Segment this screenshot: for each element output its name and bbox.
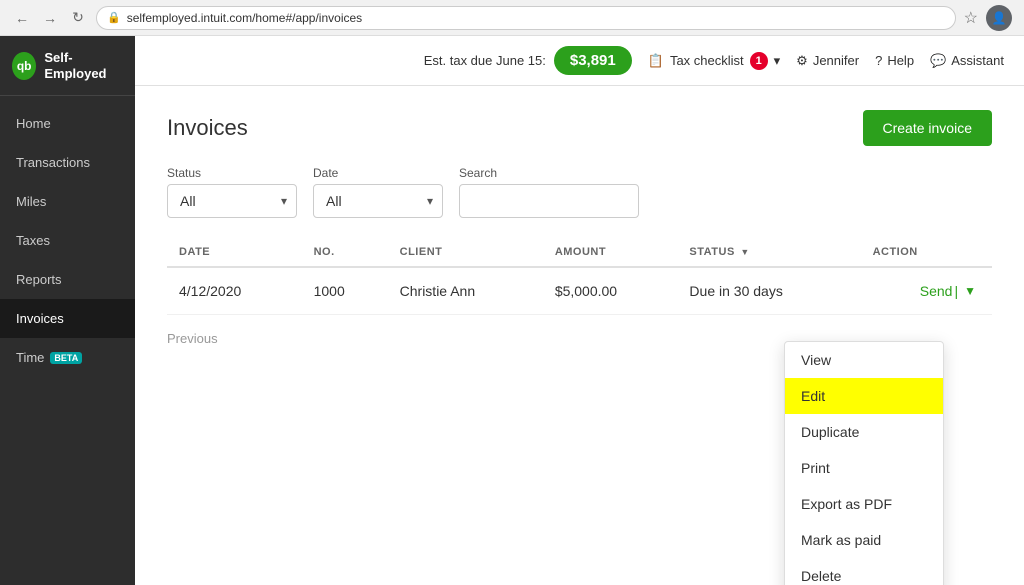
col-date: DATE (167, 238, 302, 267)
sidebar-brand: Self-Employed (44, 50, 123, 81)
sidebar-item-time[interactable]: Time BETA (0, 338, 135, 377)
lock-icon: 🔒 (107, 11, 121, 24)
cell-action: Send | ▼ (861, 267, 992, 315)
sort-icon: ▼ (740, 247, 749, 257)
create-invoice-button[interactable]: Create invoice (863, 110, 993, 146)
topbar: Est. tax due June 15: $3,891 📋 Tax check… (135, 36, 1024, 86)
beta-badge: BETA (50, 352, 82, 364)
sidebar-item-home[interactable]: Home (0, 104, 135, 143)
user-name: Jennifer (813, 53, 859, 68)
search-input[interactable] (459, 184, 639, 218)
send-dropdown-button[interactable]: ▼ (960, 282, 980, 300)
assistant-label: Assistant (951, 53, 1004, 68)
sidebar-nav: Home Transactions Miles Taxes Reports In… (0, 96, 135, 377)
sidebar-item-reports[interactable]: Reports (0, 260, 135, 299)
forward-button[interactable]: → (40, 8, 60, 28)
clipboard-icon: 📋 (648, 53, 664, 69)
tax-checklist-label: Tax checklist (670, 53, 744, 68)
send-button[interactable]: Send (920, 283, 953, 299)
context-menu-duplicate[interactable]: Duplicate (785, 414, 943, 450)
cell-date: 4/12/2020 (167, 267, 302, 315)
status-select-wrapper: All Unpaid Paid Overdue (167, 184, 297, 218)
sidebar-item-invoices[interactable]: Invoices (0, 299, 135, 338)
bookmark-button[interactable]: ☆ (964, 8, 978, 28)
table-header: DATE NO. CLIENT AMOUNT STATUS ▼ ACTION (167, 238, 992, 267)
search-filter-group: Search (459, 166, 639, 218)
col-status: STATUS ▼ (677, 238, 860, 267)
context-menu-edit[interactable]: Edit (785, 378, 943, 414)
sidebar-logo: qb Self-Employed (0, 36, 135, 96)
status-select[interactable]: All Unpaid Paid Overdue (167, 184, 297, 218)
search-filter-label: Search (459, 166, 639, 180)
col-amount: AMOUNT (543, 238, 678, 267)
col-client: CLIENT (388, 238, 543, 267)
gear-icon: ⚙ (796, 53, 808, 69)
url-text: selfemployed.intuit.com/home#/app/invoic… (127, 11, 362, 25)
table-body: 4/12/2020 1000 Christie Ann $5,000.00 Du… (167, 267, 992, 315)
app-container: qb Self-Employed Home Transactions Miles… (0, 36, 1024, 585)
page-title: Invoices (167, 115, 248, 141)
tax-amount-button[interactable]: $3,891 (554, 46, 632, 75)
context-menu: View Edit Duplicate Print Export as PDF … (784, 341, 944, 585)
send-separator: | (954, 283, 958, 299)
cell-client: Christie Ann (388, 267, 543, 315)
back-button[interactable]: ← (12, 8, 32, 28)
context-menu-export-pdf[interactable]: Export as PDF (785, 486, 943, 522)
cell-amount: $5,000.00 (543, 267, 678, 315)
address-bar[interactable]: 🔒 selfemployed.intuit.com/home#/app/invo… (96, 6, 956, 30)
account-button[interactable]: 👤 (986, 5, 1012, 31)
tax-checklist[interactable]: 📋 Tax checklist 1 ▾ (648, 52, 780, 70)
status-filter-group: Status All Unpaid Paid Overdue (167, 166, 297, 218)
sidebar-item-transactions[interactable]: Transactions (0, 143, 135, 182)
col-action: ACTION (861, 238, 992, 267)
assistant-icon: 💬 (930, 53, 946, 69)
context-menu-print[interactable]: Print (785, 450, 943, 486)
reload-button[interactable]: ↻ (68, 8, 88, 28)
page-header: Invoices Create invoice (167, 110, 992, 146)
main-content: Est. tax due June 15: $3,891 📋 Tax check… (135, 36, 1024, 585)
invoices-table: DATE NO. CLIENT AMOUNT STATUS ▼ ACTION 4… (167, 238, 992, 315)
date-select[interactable]: All This month Last month This year (313, 184, 443, 218)
filters-section: Status All Unpaid Paid Overdue Date (167, 166, 992, 218)
content-area: Invoices Create invoice Status All Unpai… (135, 86, 1024, 585)
browser-bar: ← → ↻ 🔒 selfemployed.intuit.com/home#/ap… (0, 0, 1024, 36)
sidebar-item-miles[interactable]: Miles (0, 182, 135, 221)
cell-no: 1000 (302, 267, 388, 315)
date-filter-label: Date (313, 166, 443, 180)
table-header-row: DATE NO. CLIENT AMOUNT STATUS ▼ ACTION (167, 238, 992, 267)
sidebar-item-taxes[interactable]: Taxes (0, 221, 135, 260)
context-menu-delete[interactable]: Delete (785, 558, 943, 585)
help-button[interactable]: ? Help (875, 53, 914, 68)
help-icon: ? (875, 53, 882, 68)
date-select-wrapper: All This month Last month This year (313, 184, 443, 218)
checklist-badge: 1 (750, 52, 768, 70)
status-filter-label: Status (167, 166, 297, 180)
col-no: NO. (302, 238, 388, 267)
checklist-chevron-icon: ▾ (774, 53, 781, 69)
context-menu-mark-paid[interactable]: Mark as paid (785, 522, 943, 558)
cell-status: Due in 30 days (677, 267, 860, 315)
qb-logo: qb (12, 52, 36, 80)
table-row: 4/12/2020 1000 Christie Ann $5,000.00 Du… (167, 267, 992, 315)
help-label: Help (887, 53, 914, 68)
user-menu[interactable]: ⚙ Jennifer (796, 53, 859, 69)
date-filter-group: Date All This month Last month This year (313, 166, 443, 218)
tax-due-label: Est. tax due June 15: (424, 53, 546, 68)
sidebar: qb Self-Employed Home Transactions Miles… (0, 36, 135, 585)
assistant-button[interactable]: 💬 Assistant (930, 53, 1004, 69)
tax-due-section: Est. tax due June 15: $3,891 (424, 46, 632, 75)
pagination-previous[interactable]: Previous (167, 331, 218, 346)
send-action-wrap: Send | ▼ (920, 282, 980, 300)
context-menu-view[interactable]: View (785, 342, 943, 378)
